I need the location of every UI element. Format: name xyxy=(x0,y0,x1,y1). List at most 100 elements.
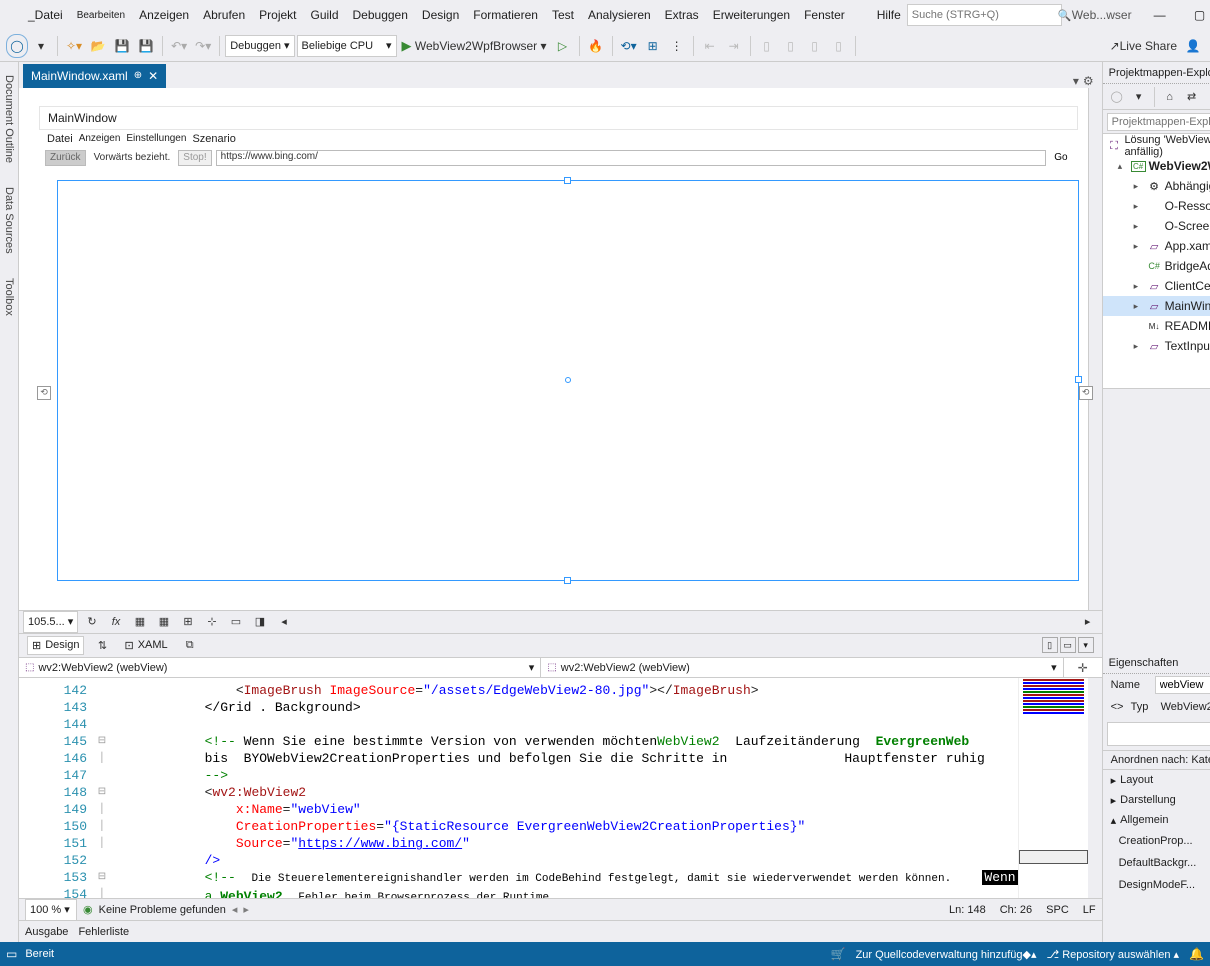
device-icon[interactable]: ▭ xyxy=(226,612,246,632)
grid-icon-2[interactable]: ▦ xyxy=(154,612,174,632)
form-back-button[interactable]: Zurück xyxy=(45,150,86,166)
eol-indicator[interactable]: LF xyxy=(1083,904,1096,916)
form-menu-anzeigen[interactable]: Anzeigen xyxy=(79,133,121,144)
menu-abrufen[interactable]: Abrufen xyxy=(197,5,251,25)
menu-test[interactable]: Test xyxy=(546,5,580,25)
menu-design[interactable]: Design xyxy=(416,5,465,25)
output-tab[interactable]: Ausgabe xyxy=(25,926,68,938)
minimap[interactable] xyxy=(1018,678,1088,898)
prop-row[interactable]: CreationProp... (CoreWebVi... New ▾ xyxy=(1103,830,1210,852)
menu-guild[interactable]: Guild xyxy=(305,5,345,25)
prop-arrange[interactable]: Anordnen nach: Kategorie ▪ xyxy=(1103,750,1210,770)
toggle-icon[interactable]: ◨ xyxy=(250,612,270,632)
redo-icon[interactable]: ↷▾ xyxy=(192,34,214,58)
save-icon[interactable]: 💾 xyxy=(111,34,133,58)
tree-item[interactable]: ▸O-Ressourcen xyxy=(1103,196,1210,216)
zoom-combo[interactable]: 105.5...▾ xyxy=(23,611,78,633)
breadcrumb-left[interactable]: ⬚wv2:WebView2 (webView)▾ xyxy=(19,658,541,678)
se-sync-icon[interactable]: ⊡ xyxy=(1204,87,1210,107)
browser-link-icon[interactable]: ⟲▾ xyxy=(618,34,640,58)
tree-item[interactable]: ▸⚙Abhängigkeiten xyxy=(1103,176,1210,196)
save-all-icon[interactable]: 💾 xyxy=(135,34,157,58)
se-home-icon[interactable]: ⌂ xyxy=(1160,87,1180,107)
se-scroll-h[interactable] xyxy=(1103,388,1210,403)
bell-icon[interactable]: 🔔 xyxy=(1189,947,1204,961)
code-editor[interactable]: 142143144 145146147 148149150 151152153 … xyxy=(19,678,1102,898)
collapse-pane-icon[interactable]: ▾ xyxy=(1078,637,1094,653)
well-toolbox[interactable]: Toolbox xyxy=(0,269,18,325)
doc-overflow-icon[interactable]: ▾ xyxy=(1073,74,1079,88)
grid-icon-1[interactable]: ▦ xyxy=(130,612,150,632)
document-tab-active[interactable]: MainWindow.xaml ⊕ ✕ xyxy=(23,64,166,88)
open-folder-icon[interactable]: 📂 xyxy=(87,34,109,58)
tree-item[interactable]: M↓README.md xyxy=(1103,316,1210,336)
add-to-vcs[interactable]: Zur Quellcodeverwaltung hinzufüg◆▴ xyxy=(856,948,1037,961)
prop-name-input[interactable] xyxy=(1155,676,1210,694)
webview-preview[interactable] xyxy=(57,180,1079,581)
code-scrollbar[interactable] xyxy=(1088,678,1102,898)
align-icon-2[interactable]: ▯ xyxy=(780,34,802,58)
undo-icon[interactable]: ↶▾ xyxy=(168,34,190,58)
menu-projekt[interactable]: Projekt xyxy=(253,5,302,25)
indent-right-icon[interactable]: ⇥ xyxy=(723,34,745,58)
back-nav-icon[interactable]: ◯ xyxy=(6,34,28,58)
align-icon-3[interactable]: ▯ xyxy=(804,34,826,58)
snaplines-icon[interactable]: ⊹ xyxy=(202,612,222,632)
refresh-icon[interactable]: ↻ xyxy=(82,612,102,632)
se-back-icon[interactable]: ◯ xyxy=(1107,87,1127,107)
maximize-button[interactable]: ▢ xyxy=(1182,2,1210,28)
config-combo[interactable]: Debuggen▾ xyxy=(225,35,294,57)
hot-reload-icon[interactable]: 🔥 xyxy=(585,34,607,58)
issues-nav-left[interactable]: ◂ xyxy=(232,903,238,916)
platform-combo[interactable]: Beliebige CPU▾ xyxy=(297,35,397,57)
scroll-left-icon[interactable]: ◂ xyxy=(274,612,294,632)
menu-analysieren[interactable]: Analysieren xyxy=(582,5,657,25)
indent-indicator[interactable]: SPC xyxy=(1046,904,1069,916)
tree-project[interactable]: ▴C#WebView2WpfBrowser xyxy=(1103,156,1210,176)
form-url-input[interactable]: https://www.bing.com/ xyxy=(216,150,1047,166)
solution-tree[interactable]: ⛶Lösung 'WebView2WpfBrowser' (1 von 1 an… xyxy=(1103,134,1210,388)
menu-datei[interactable]: _Datei xyxy=(22,5,69,25)
menu-anzeigen[interactable]: Anzeigen xyxy=(133,5,195,25)
code-text[interactable]: <ImageBrush ImageSource="/assets/EdgeWeb… xyxy=(111,678,1018,898)
code-zoom[interactable]: 100 %▾ xyxy=(25,899,77,921)
xaml-tab[interactable]: ⊡ XAML xyxy=(120,637,171,654)
swap-icon[interactable]: ⇅ xyxy=(92,635,112,655)
tool-icon-1[interactable]: ⊞ xyxy=(642,34,664,58)
prop-cat-layout[interactable]: ▸Layout xyxy=(1103,770,1210,790)
split-h-icon[interactable]: ▭ xyxy=(1060,637,1076,653)
form-stop-button[interactable]: Stop! xyxy=(178,150,211,166)
repo-select[interactable]: ⎇ Repository auswählen ▴ xyxy=(1047,948,1180,961)
search-box[interactable]: 🔍 xyxy=(907,4,1062,26)
search-input[interactable] xyxy=(908,9,1058,21)
solution-explorer-header[interactable]: Projektmappen-Explorer ▾📌✕ xyxy=(1103,62,1210,84)
menu-hilfe[interactable]: Hilfe xyxy=(871,5,907,25)
align-icon-1[interactable]: ▯ xyxy=(756,34,778,58)
form-go-button[interactable]: Go xyxy=(1050,150,1071,166)
breadcrumb-right[interactable]: ⬚wv2:WebView2 (webView)▾ xyxy=(541,658,1063,678)
form-menu-einstellungen[interactable]: Einstellungen xyxy=(126,133,186,144)
menu-debuggen[interactable]: Debuggen xyxy=(347,5,414,25)
tree-item-selected[interactable]: ▸▱MainWindow.xaml xyxy=(1103,296,1210,316)
prop-row[interactable]: DefaultBackgr... (Farbe) New ▾ xyxy=(1103,852,1210,874)
line-indicator[interactable]: Ln: 148 xyxy=(949,904,986,916)
scroll-right-icon[interactable]: ▸ xyxy=(1078,612,1098,632)
se-search-input[interactable] xyxy=(1107,113,1210,131)
align-icon-4[interactable]: ▯ xyxy=(828,34,850,58)
start-no-debug-icon[interactable]: ▷ xyxy=(552,34,574,58)
pin-icon[interactable]: ⊕ xyxy=(134,70,142,81)
design-canvas[interactable]: MainWindow Datei Anzeigen Einstellungen … xyxy=(19,88,1088,610)
live-share-button[interactable]: ↗ Live Share xyxy=(1107,34,1180,58)
error-list-tab[interactable]: Fehlerliste xyxy=(78,926,129,938)
issues-nav-right[interactable]: ▸ xyxy=(243,903,249,916)
tree-item[interactable]: ▸O-Screenshots xyxy=(1103,216,1210,236)
form-menu-szenario[interactable]: Szenario xyxy=(192,133,235,145)
tree-item[interactable]: ▸▱ClientCertificateSelectionDialog.xaml xyxy=(1103,276,1210,296)
form-forward-button[interactable]: Vorwärts bezieht. xyxy=(90,150,175,166)
tree-item[interactable]: ▸▱TextInputDialog.xaml xyxy=(1103,336,1210,356)
tree-solution[interactable]: ⛶Lösung 'WebView2WpfBrowser' (1 von 1 an… xyxy=(1103,136,1210,156)
prop-row[interactable]: DesignModeF... (Farbe) New ▾ xyxy=(1103,874,1210,896)
properties-header[interactable]: Eigenschaften ▾📌✕ xyxy=(1103,652,1210,674)
form-menu-datei[interactable]: Datei xyxy=(47,133,73,145)
tool-icon-2[interactable]: ⋮ xyxy=(666,34,688,58)
